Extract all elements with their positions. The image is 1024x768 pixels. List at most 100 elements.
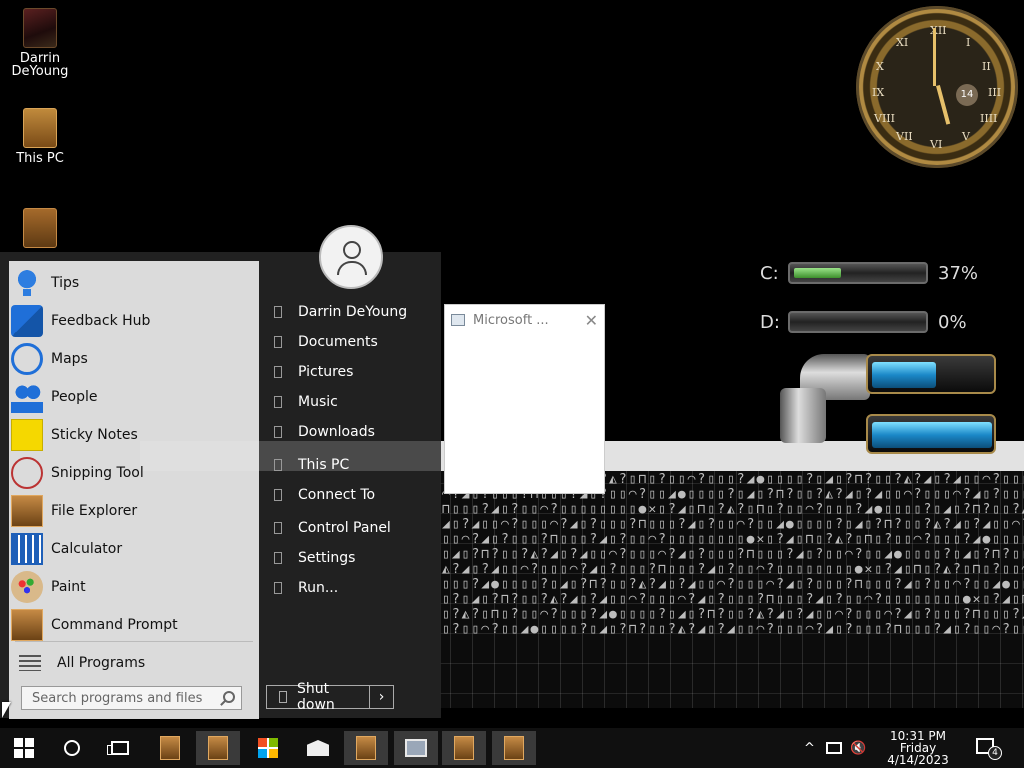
tray-chevron[interactable]: ^ [804, 728, 815, 768]
drive-tube [788, 262, 928, 284]
microsoft-window[interactable]: Microsoft ... ✕ [444, 304, 605, 494]
place-label: Settings [298, 550, 356, 566]
all-programs-button[interactable]: All Programs [11, 649, 145, 677]
user-avatar[interactable] [319, 225, 383, 289]
volume-muted-icon[interactable]: 🔇 [850, 728, 866, 768]
start-place-settings[interactable]: Settings [274, 546, 355, 570]
start-place-run[interactable]: Run... [274, 576, 338, 600]
start-item-calculator[interactable]: Calculator [11, 530, 257, 568]
meter-battery-fill [872, 422, 992, 448]
place-label: Music [298, 394, 338, 410]
taskbar-app-folder-active-4[interactable] [492, 731, 536, 765]
search-button[interactable] [48, 728, 96, 768]
avatar-body [337, 261, 367, 275]
clock-date-badge: 14 [956, 84, 978, 106]
taskbar-app-mail[interactable] [294, 728, 342, 768]
taskbar-app-store[interactable] [244, 728, 292, 768]
task-view-button[interactable] [96, 728, 144, 768]
start-item-label: Paint [51, 579, 86, 595]
start-programs-panel: Tips Feedback Hub Maps People Sticky Not… [9, 261, 259, 719]
meter-gadget-pipes [780, 348, 998, 454]
snipping-tool-icon [11, 457, 43, 489]
feedback-hub-icon [11, 305, 43, 337]
clock-numeral: V [962, 130, 970, 143]
start-item-tips[interactable]: Tips [11, 264, 257, 302]
monitor-icon [405, 739, 427, 757]
start-place-documents[interactable]: Documents [274, 330, 378, 354]
store-icon [258, 738, 278, 758]
sticky-notes-icon [11, 419, 43, 451]
desktop-icon-this-pc[interactable]: This PC [0, 108, 80, 165]
clock-numeral: III [988, 86, 1002, 99]
network-icon[interactable] [826, 728, 842, 768]
power-icon [279, 691, 287, 703]
taskbar-app-folder-active[interactable] [196, 731, 240, 765]
drive-fill [794, 268, 841, 278]
start-item-file-explorer[interactable]: File Explorer [11, 492, 257, 530]
start-item-label: Command Prompt [51, 617, 178, 633]
drive-label: D: [760, 311, 780, 333]
clock-numeral: X [876, 60, 884, 73]
close-icon[interactable]: ✕ [585, 311, 598, 330]
start-place-control-panel[interactable]: Control Panel [274, 516, 391, 540]
action-center-icon[interactable]: 4 [976, 738, 1002, 760]
meter-battery [866, 354, 996, 394]
place-icon [274, 552, 282, 564]
meter-battery [866, 414, 996, 454]
clock-gadget: XII I II III IIII V VI VII VIII IX X XI … [856, 6, 1018, 168]
taskbar-app-folder-active-2[interactable] [344, 731, 388, 765]
taskbar-app-folder-active-3[interactable] [442, 731, 486, 765]
start-place-pictures[interactable]: Pictures [274, 360, 353, 384]
place-label: Darrin DeYoung [298, 304, 408, 320]
place-label: Control Panel [298, 520, 391, 536]
start-item-people[interactable]: People [11, 378, 257, 416]
start-item-label: Feedback Hub [51, 313, 151, 329]
taskbar-app-folder[interactable] [146, 728, 194, 768]
start-place-connect-to[interactable]: Connect To [274, 483, 375, 507]
start-place-downloads[interactable]: Downloads [274, 420, 375, 444]
start-search-input[interactable]: Search programs and files [21, 686, 242, 710]
clock-numeral: IIII [980, 112, 998, 125]
command-prompt-icon [11, 609, 43, 641]
user-folder-icon [23, 8, 57, 48]
window-titlebar[interactable]: Microsoft ... ✕ [445, 305, 604, 335]
taskbar-app-monitor[interactable] [394, 731, 438, 765]
clock-minute-hand [933, 28, 936, 86]
window-title: Microsoft ... [473, 312, 549, 328]
place-label: Run... [298, 580, 339, 596]
folder-icon [454, 736, 474, 760]
task-view-icon [107, 741, 129, 755]
start-item-command-prompt[interactable]: Command Prompt [11, 606, 257, 644]
start-place-user[interactable]: Darrin DeYoung [274, 300, 407, 324]
desktop-icon-recycle-bin[interactable] [0, 208, 80, 252]
place-label: This PC [298, 457, 350, 473]
place-label: Connect To [298, 487, 376, 503]
taskbar-clock[interactable]: 10:31 PM Friday 4/14/2023 [876, 730, 960, 766]
start-button[interactable] [0, 728, 48, 768]
start-item-paint[interactable]: Paint [11, 568, 257, 606]
start-place-this-pc[interactable]: This PC [274, 453, 349, 477]
shutdown-button[interactable]: Shut down › [266, 681, 394, 713]
place-icon [274, 522, 282, 534]
clock-numeral: VIII [874, 112, 895, 125]
shutdown-options-button[interactable]: › [369, 686, 393, 708]
folder-icon [504, 736, 524, 760]
place-icon [274, 336, 282, 348]
clock-numeral: XI [896, 36, 909, 49]
search-icon[interactable] [223, 691, 235, 703]
start-item-label: File Explorer [51, 503, 138, 519]
start-menu: Tips Feedback Hub Maps People Sticky Not… [0, 225, 441, 719]
drive-meter-c: C: 37% [760, 258, 978, 288]
start-item-sticky-notes[interactable]: Sticky Notes [11, 416, 257, 454]
pipe-decoration [780, 388, 826, 443]
clock-numeral: VI [930, 138, 943, 151]
all-programs-label: All Programs [57, 655, 146, 671]
start-separator [15, 641, 253, 642]
clock-hour-hand [936, 84, 951, 125]
start-place-music[interactable]: Music [274, 390, 338, 414]
start-item-snipping-tool[interactable]: Snipping Tool [11, 454, 257, 492]
start-item-maps[interactable]: Maps [11, 340, 257, 378]
start-item-feedback-hub[interactable]: Feedback Hub [11, 302, 257, 340]
folder-icon [208, 736, 228, 760]
desktop-icon-user[interactable]: Darrin DeYoung [0, 8, 80, 78]
